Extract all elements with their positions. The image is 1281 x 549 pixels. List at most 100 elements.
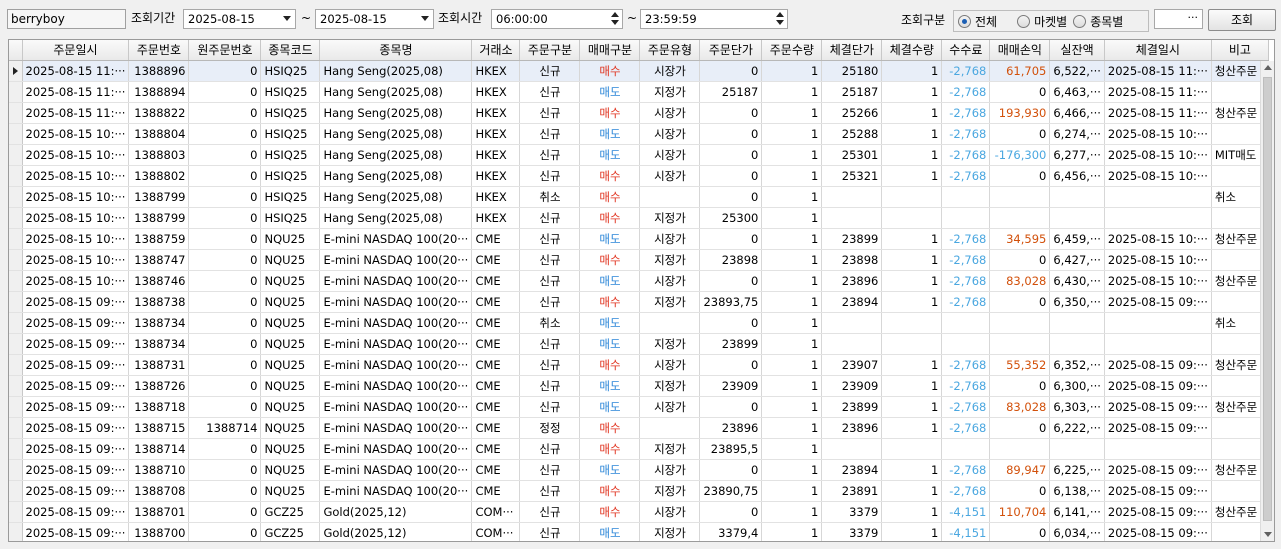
column-header[interactable]: 비고 (1211, 40, 1269, 61)
radio-unselected-icon[interactable] (1017, 14, 1031, 28)
row-indicator[interactable] (9, 438, 23, 460)
table-cell (941, 312, 991, 334)
column-header[interactable]: 종목명 (319, 40, 473, 61)
column-header[interactable]: 거래소 (471, 40, 521, 61)
table-row[interactable]: 2025-08-15 11:··· 1388894 0 HSIQ25 Hang Seng… (9, 81, 1269, 103)
row-indicator[interactable] (9, 249, 23, 271)
date-from-picker[interactable]: 2025-08-15 (183, 9, 296, 29)
table-row[interactable]: 2025-08-15 10:··· 1388799 0 HSIQ25 Hang Seng… (9, 186, 1269, 208)
table-row[interactable]: 2025-08-15 09:··· 1388701 0 GCZ25 Gold(2025,… (9, 501, 1269, 523)
vertical-scrollbar[interactable] (1260, 61, 1274, 541)
table-cell: 2025-08-15 09:··· (22, 438, 130, 460)
table-row[interactable]: 2025-08-15 09:··· 1388734 0 NQU25 E-mini NAS… (9, 333, 1269, 355)
row-indicator[interactable] (9, 522, 23, 541)
row-indicator[interactable] (9, 207, 23, 229)
table-row[interactable]: 2025-08-15 10:··· 1388803 0 HSIQ25 Hang Seng… (9, 144, 1269, 166)
column-header[interactable]: 주문유형 (639, 40, 701, 61)
column-header[interactable]: 종목코드 (260, 40, 321, 61)
row-indicator[interactable] (9, 375, 23, 397)
table-row[interactable]: 2025-08-15 11:··· 1388896 0 HSIQ25 Hang Seng… (9, 60, 1269, 82)
ellipsis-button[interactable]: ··· (1154, 9, 1203, 29)
row-indicator[interactable] (9, 417, 23, 439)
table-cell: NQU25 (260, 291, 321, 313)
table-row[interactable]: 2025-08-15 10:··· 1388759 0 NQU25 E-mini NAS… (9, 228, 1269, 250)
row-indicator[interactable] (9, 333, 23, 355)
chevron-down-icon[interactable] (421, 16, 429, 21)
time-from-spinner[interactable]: 06:00:00 (491, 9, 623, 29)
row-indicator[interactable] (9, 228, 23, 250)
column-header[interactable]: 매매구분 (579, 40, 641, 61)
table-row[interactable]: 2025-08-15 09:··· 1388714 0 NQU25 E-mini NAS… (9, 438, 1269, 460)
table-cell: COM··· (471, 501, 521, 523)
table-row[interactable]: 2025-08-15 10:··· 1388799 0 HSIQ25 Hang Seng… (9, 207, 1269, 229)
scroll-thumb[interactable] (1263, 77, 1272, 521)
table-row[interactable]: 2025-08-15 09:··· 1388734 0 NQU25 E-mini NAS… (9, 312, 1269, 334)
scroll-down-icon[interactable] (1264, 532, 1272, 537)
table-cell: 매도 (579, 522, 641, 541)
scroll-up-icon[interactable] (1264, 65, 1272, 70)
table-cell: E-mini NASDAQ 100(20··· (319, 249, 473, 271)
table-cell (989, 312, 1051, 334)
table-row[interactable]: 2025-08-15 09:··· 1388700 0 GCZ25 Gold(2025,… (9, 522, 1269, 541)
row-indicator[interactable] (9, 123, 23, 145)
table-cell: CME (471, 375, 521, 397)
table-cell: 2025-08-15 09:··· (1104, 396, 1212, 418)
column-header[interactable]: 매매손익 (989, 40, 1051, 61)
table-row[interactable]: 2025-08-15 10:··· 1388804 0 HSIQ25 Hang Seng… (9, 123, 1269, 145)
row-indicator[interactable] (9, 165, 23, 187)
table-cell: 신규 (519, 123, 581, 145)
radio-selected-icon[interactable] (958, 14, 971, 28)
table-cell: 지정가 (639, 480, 701, 502)
chevron-down-icon[interactable] (283, 16, 291, 21)
table-row[interactable]: 2025-08-15 09:··· 1388726 0 NQU25 E-mini NAS… (9, 375, 1269, 397)
table-cell: 취소 (519, 186, 581, 208)
column-header[interactable]: 주문구분 (519, 40, 581, 61)
column-header[interactable]: 체결일시 (1104, 40, 1212, 61)
column-header[interactable]: 실잔액 (1049, 40, 1105, 61)
table-row[interactable]: 2025-08-15 10:··· 1388802 0 HSIQ25 Hang Seng… (9, 165, 1269, 187)
column-header[interactable]: 주문수량 (761, 40, 823, 61)
date-to-picker[interactable]: 2025-08-15 (315, 9, 434, 29)
user-id-field[interactable]: berryboy (7, 9, 126, 29)
radio-unselected-icon[interactable] (1073, 14, 1087, 28)
table-row[interactable]: 2025-08-15 10:··· 1388746 0 NQU25 E-mini NAS… (9, 270, 1269, 292)
table-row[interactable]: 2025-08-15 11:··· 1388822 0 HSIQ25 Hang Seng… (9, 102, 1269, 124)
row-indicator[interactable] (9, 480, 23, 502)
column-header[interactable]: 주문일시 (22, 40, 130, 61)
column-header[interactable]: 수수료 (941, 40, 991, 61)
row-indicator[interactable] (9, 501, 23, 523)
row-indicator[interactable] (9, 186, 23, 208)
table-row[interactable]: 2025-08-15 09:··· 1388710 0 NQU25 E-mini NAS… (9, 459, 1269, 481)
row-indicator[interactable] (9, 60, 23, 82)
table-cell: 1 (881, 144, 943, 166)
column-header[interactable]: 체결수량 (881, 40, 943, 61)
table-row[interactable]: 2025-08-15 10:··· 1388747 0 NQU25 E-mini NAS… (9, 249, 1269, 271)
search-button[interactable]: 조회 (1208, 9, 1276, 31)
row-indicator[interactable] (9, 354, 23, 376)
column-header[interactable]: 체결단가 (821, 40, 883, 61)
table-row[interactable]: 2025-08-15 09:··· 1388718 0 NQU25 E-mini NAS… (9, 396, 1269, 418)
table-row[interactable]: 2025-08-15 09:··· 1388731 0 NQU25 E-mini NAS… (9, 354, 1269, 376)
table-row[interactable]: 2025-08-15 09:··· 1388715 1388714 NQU25 E-mi… (9, 417, 1269, 439)
row-indicator[interactable] (9, 291, 23, 313)
row-indicator[interactable] (9, 102, 23, 124)
time-to-spinner[interactable]: 23:59:59 (640, 9, 788, 29)
radio-symbol[interactable]: 종목별 (1073, 13, 1123, 30)
row-indicator[interactable] (9, 312, 23, 334)
row-indicator[interactable] (9, 270, 23, 292)
table-row[interactable]: 2025-08-15 09:··· 1388738 0 NQU25 E-mini NAS… (9, 291, 1269, 313)
row-indicator[interactable] (9, 144, 23, 166)
spinner-arrows-icon[interactable] (610, 11, 620, 27)
row-indicator[interactable] (9, 459, 23, 481)
table-cell: 6,222,··· (1049, 417, 1105, 439)
column-header[interactable]: 주문번호 (128, 40, 190, 61)
column-header[interactable]: 주문단가 (699, 40, 763, 61)
table-row[interactable]: 2025-08-15 09:··· 1388708 0 NQU25 E-mini NAS… (9, 480, 1269, 502)
row-indicator[interactable] (9, 396, 23, 418)
row-indicator[interactable] (9, 81, 23, 103)
column-header[interactable]: 원주문번호 (188, 40, 262, 61)
spinner-arrows-icon[interactable] (775, 11, 785, 27)
radio-all[interactable]: 전체 (958, 13, 997, 30)
table-cell: HKEX (471, 186, 521, 208)
radio-market[interactable]: 마켓별 (1017, 13, 1067, 30)
